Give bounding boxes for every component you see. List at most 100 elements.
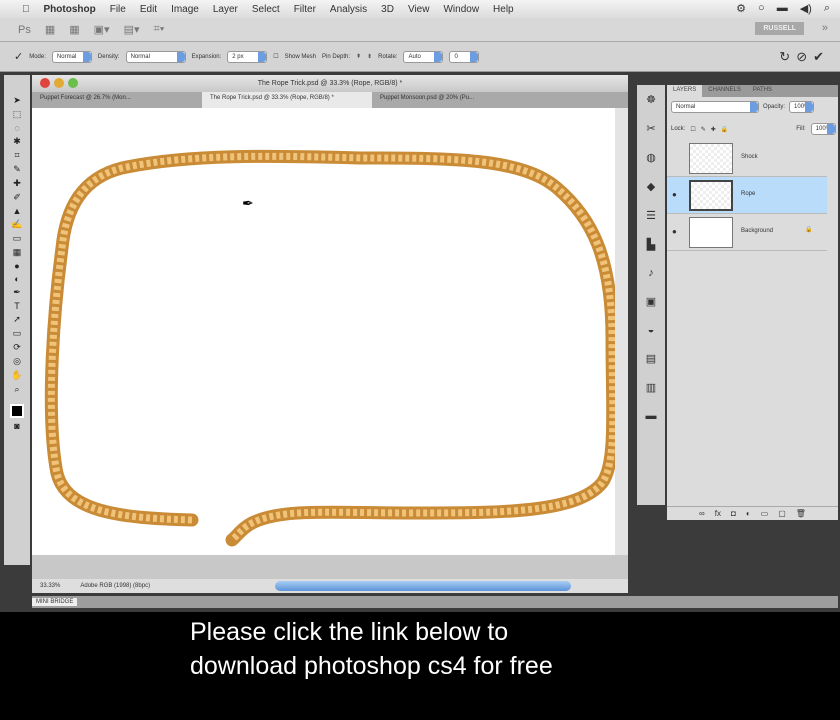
reset-icon[interactable]: ↻ <box>779 49 796 64</box>
pin-down-icon[interactable]: ⇟ <box>367 53 372 60</box>
stamp-tool-icon[interactable]: ▲ <box>13 206 22 216</box>
zoom-level[interactable]: 33.33% <box>40 583 60 589</box>
move-tool-icon[interactable]: ➤ <box>13 95 21 106</box>
opacity-input[interactable]: 100% <box>789 101 815 113</box>
horizontal-scrollbar[interactable] <box>275 581 571 591</box>
color-icon[interactable]: ◒ <box>648 324 655 336</box>
lock-position-icon[interactable]: ✚ <box>711 126 716 133</box>
brush-tool-icon[interactable]: ✐ <box>13 192 21 203</box>
eyedropper-tool-icon[interactable]: ✎ <box>13 164 21 175</box>
menu-select[interactable]: Select <box>252 4 280 15</box>
bridge-icon[interactable]: ▦ <box>45 23 55 36</box>
rotate-select[interactable]: Auto <box>403 50 444 63</box>
layer-row-rope[interactable]: ● Rope <box>667 177 827 214</box>
menu-view[interactable]: View <box>408 4 430 15</box>
menu-edit[interactable]: Edit <box>140 4 157 15</box>
arrange-icon[interactable]: ▤▾ <box>124 23 140 36</box>
status-icon[interactable]: ⚙ <box>736 2 746 15</box>
show-mesh-checkbox[interactable]: ☐ <box>273 53 278 60</box>
blur-tool-icon[interactable]: ● <box>14 261 19 271</box>
menu-3d[interactable]: 3D <box>381 4 394 15</box>
lock-pixels-icon[interactable]: ✎ <box>701 126 706 133</box>
fill-input[interactable]: 100% <box>810 123 836 135</box>
mini-bridge-tab[interactable]: MINI BRIDGE <box>32 598 78 606</box>
swatches-icon[interactable]: ▤ <box>646 352 656 365</box>
zoom-tool-icon[interactable]: ⌕ <box>14 384 19 395</box>
zoom-button[interactable] <box>68 78 78 88</box>
tab-paths[interactable]: PATHS <box>747 85 778 97</box>
puppet-tool-icon[interactable]: ✓ <box>14 50 23 63</box>
tab-puppet-forecast[interactable]: Puppet Forecast @ 26.7% (Mon... <box>32 92 202 108</box>
brush-icon[interactable]: ◆ <box>647 180 655 193</box>
cancel-icon[interactable]: ⊘ <box>796 49 813 64</box>
tab-rope-trick[interactable]: The Rope Trick.psd @ 33.3% (Rope, RGB/8)… <box>202 92 372 108</box>
path-select-icon[interactable]: ➚ <box>13 314 21 325</box>
fx-icon[interactable]: fx <box>715 509 721 518</box>
healing-tool-icon[interactable]: ✚ <box>13 178 21 189</box>
mini-bridge-icon[interactable]: ▦ <box>69 23 79 36</box>
close-button[interactable] <box>40 78 50 88</box>
tab-layers[interactable]: LAYERS <box>667 85 703 97</box>
pen-tool-icon[interactable]: ✒ <box>13 287 21 298</box>
new-layer-icon[interactable]: ▢ <box>778 509 786 518</box>
tab-channels[interactable]: CHANNELS <box>702 85 747 97</box>
lock-transparency-icon[interactable]: ☐ <box>690 126 695 133</box>
styles-icon[interactable]: ☰ <box>646 209 656 222</box>
sync-icon[interactable]: ○ <box>758 2 765 15</box>
pin-up-icon[interactable]: ⇞ <box>356 53 361 60</box>
eye-icon[interactable]: ● <box>672 227 677 236</box>
angle-input[interactable]: 0 <box>449 50 480 63</box>
adjustment-layer-icon[interactable]: ◐ <box>746 509 751 518</box>
more-icon[interactable]: » <box>822 22 828 34</box>
crop-tool-icon[interactable]: ⌗ <box>14 150 19 161</box>
mask-icon[interactable]: ◘ <box>731 509 736 518</box>
hand-tool-icon[interactable]: ✋ <box>11 370 22 381</box>
menu-filter[interactable]: Filter <box>294 4 316 15</box>
lasso-tool-icon[interactable]: ◌ <box>14 123 19 133</box>
eraser-tool-icon[interactable]: ▭ <box>13 233 22 244</box>
clone-icon[interactable]: ▙ <box>647 238 655 251</box>
menu-image[interactable]: Image <box>171 4 199 15</box>
group-icon[interactable]: ▭ <box>761 509 769 518</box>
apple-icon[interactable]:  <box>22 4 30 15</box>
trash-icon[interactable]: 🗑 <box>796 509 806 518</box>
type-tool-icon[interactable]: T <box>14 301 20 311</box>
lock-all-icon[interactable]: 🔒 <box>721 126 728 133</box>
menu-app[interactable]: Photoshop <box>44 4 96 15</box>
vertical-scrollbar[interactable] <box>615 108 628 555</box>
profile-info[interactable]: Adobe RGB (1998) (8bpc) <box>80 583 150 589</box>
layer-row-shock[interactable]: Shock <box>667 140 827 177</box>
menu-analysis[interactable]: Analysis <box>330 4 367 15</box>
workspace-button[interactable]: RUSSELL <box>755 22 804 35</box>
dodge-tool-icon[interactable]: ◐ <box>14 274 19 284</box>
adjustments-icon[interactable]: ☸ <box>646 93 656 106</box>
shape-tool-icon[interactable]: ▭ <box>13 328 22 339</box>
tab-puppet-monsoon[interactable]: Puppet Monsoon.psd @ 20% (Pu... <box>372 92 542 108</box>
minimize-button[interactable] <box>54 78 64 88</box>
color-swatches[interactable] <box>10 404 24 418</box>
marquee-tool-icon[interactable]: ⬚ <box>13 109 22 120</box>
link-icon[interactable]: ∞ <box>699 509 705 518</box>
volume-icon[interactable]: ◀) <box>800 2 812 15</box>
display-icon[interactable]: ▬ <box>777 2 788 15</box>
3d-orbit-icon[interactable]: ◎ <box>13 356 21 367</box>
blend-mode-select[interactable]: Normal <box>671 101 759 113</box>
menu-help[interactable]: Help <box>493 4 514 15</box>
navigator-icon[interactable]: ▬ <box>646 410 657 422</box>
actions-icon[interactable]: ♪ <box>648 267 654 279</box>
tools-icon[interactable]: ✂ <box>646 122 655 135</box>
mode-select[interactable]: Normal <box>51 50 92 63</box>
menu-layer[interactable]: Layer <box>213 4 238 15</box>
history-brush-icon[interactable]: ✍ <box>11 219 22 230</box>
gradient-tool-icon[interactable]: ▦ <box>13 247 22 258</box>
expansion-input[interactable]: 2 px <box>227 50 268 63</box>
info-icon[interactable]: ▥ <box>646 381 656 394</box>
canvas[interactable]: ✒ <box>32 108 620 555</box>
spotlight-icon[interactable]: ⌕ <box>824 2 830 15</box>
quick-mask-icon[interactable]: ◙ <box>14 421 19 431</box>
history-icon[interactable]: ▣ <box>646 295 656 308</box>
masks-icon[interactable]: ◍ <box>646 151 656 164</box>
density-select[interactable]: Normal <box>125 50 186 63</box>
menu-window[interactable]: Window <box>443 4 479 15</box>
commit-icon[interactable]: ✔ <box>813 49 830 64</box>
